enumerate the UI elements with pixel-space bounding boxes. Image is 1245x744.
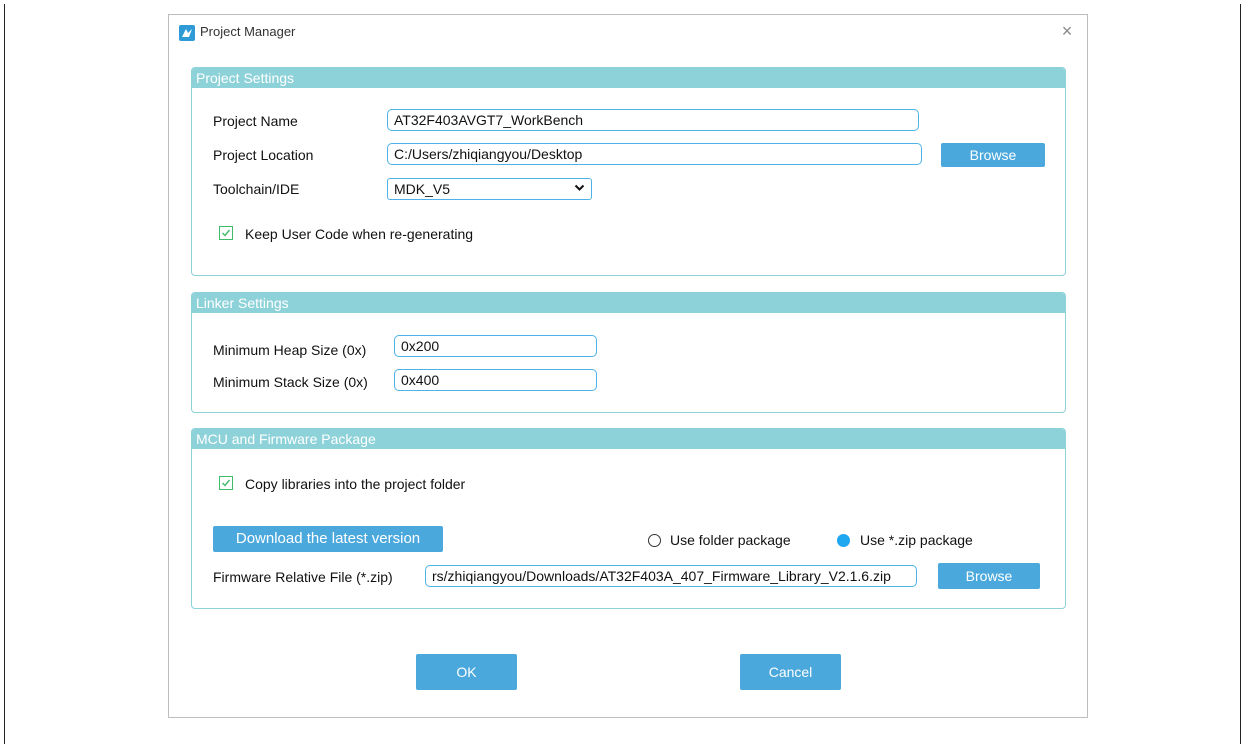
- project-location-label: Project Location: [213, 147, 314, 163]
- ok-button[interactable]: OK: [416, 654, 517, 690]
- project-settings-section: Project Settings Project Name Project Lo…: [191, 67, 1066, 276]
- title-bar: Project Manager ×: [169, 15, 1087, 49]
- linker-settings-section: Linker Settings Minimum Heap Size (0x) M…: [191, 292, 1066, 413]
- copy-libraries-label: Copy libraries into the project folder: [245, 476, 466, 492]
- project-location-input[interactable]: [387, 143, 922, 165]
- folder-package-radio[interactable]: [648, 534, 661, 547]
- browse-firmware-button[interactable]: Browse: [938, 563, 1040, 589]
- cancel-button[interactable]: Cancel: [740, 654, 841, 690]
- mcu-firmware-section: MCU and Firmware Package Copy libraries …: [191, 428, 1066, 609]
- section-header-linker-settings: Linker Settings: [192, 293, 1065, 313]
- keep-user-code-label: Keep User Code when re-generating: [245, 226, 474, 242]
- folder-package-label: Use folder package: [670, 532, 791, 548]
- chevron-down-icon: [574, 180, 585, 200]
- section-header-mcu-firmware: MCU and Firmware Package: [192, 429, 1065, 449]
- browse-location-button[interactable]: Browse: [941, 143, 1045, 167]
- checkmark-icon: [222, 229, 231, 237]
- heap-size-input[interactable]: [394, 335, 597, 357]
- toolchain-select[interactable]: MDK_V5: [387, 178, 592, 200]
- heap-size-label: Minimum Heap Size (0x): [213, 342, 367, 358]
- stack-size-label: Minimum Stack Size (0x): [213, 374, 368, 390]
- app-logo-icon: [179, 25, 195, 41]
- toolchain-selected-value: MDK_V5: [394, 181, 451, 197]
- copy-libraries-checkbox[interactable]: [219, 476, 233, 490]
- window-title: Project Manager: [200, 24, 296, 39]
- project-name-input[interactable]: [387, 109, 919, 131]
- checkmark-icon: [222, 479, 231, 487]
- zip-package-label: Use *.zip package: [860, 532, 973, 548]
- section-header-project-settings: Project Settings: [192, 68, 1065, 88]
- keep-user-code-checkbox[interactable]: [219, 226, 233, 240]
- close-icon[interactable]: ×: [1057, 21, 1077, 41]
- firmware-file-input[interactable]: [425, 565, 917, 587]
- download-latest-button[interactable]: Download the latest version: [213, 526, 443, 552]
- project-manager-dialog: Project Manager × Project Settings Proje…: [168, 14, 1088, 718]
- zip-package-radio[interactable]: [837, 534, 850, 547]
- toolchain-label: Toolchain/IDE: [213, 181, 300, 197]
- firmware-file-label: Firmware Relative File (*.zip): [213, 569, 393, 585]
- stack-size-input[interactable]: [394, 369, 597, 391]
- project-name-label: Project Name: [213, 113, 298, 129]
